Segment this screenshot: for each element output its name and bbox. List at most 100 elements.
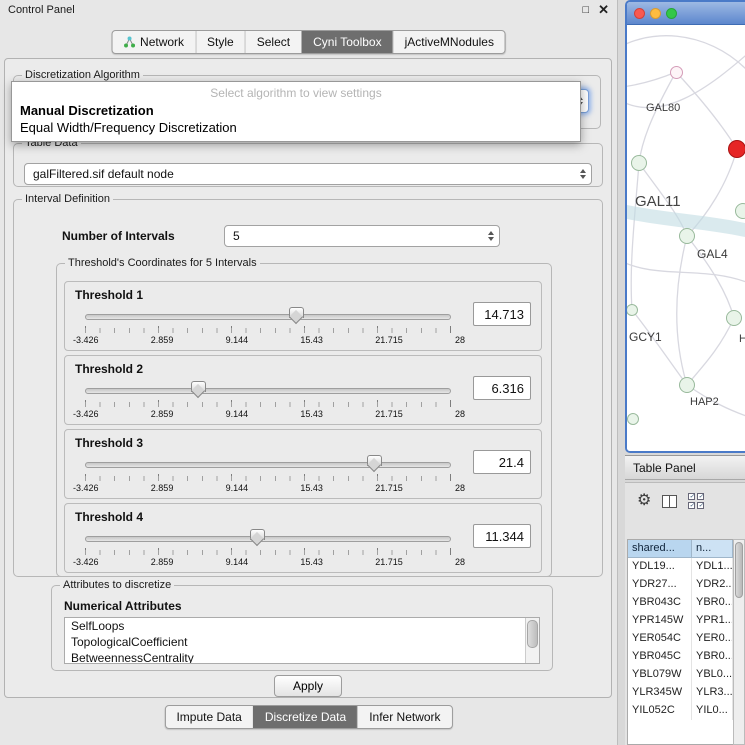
- threshold-3-slider[interactable]: -3.4262.8599.14415.4321.71528: [85, 454, 451, 496]
- threshold-label: Threshold 2: [75, 362, 143, 376]
- table-row[interactable]: YER054CYER0...: [628, 630, 733, 648]
- tab-jactivemnodules[interactable]: jActiveMNodules: [393, 31, 505, 53]
- scrollbar-thumb[interactable]: [527, 620, 538, 648]
- algorithm-dropdown-popup: Select algorithm to view settings Manual…: [11, 81, 581, 142]
- threshold-4-slider[interactable]: -3.4262.8599.14415.4321.71528: [85, 528, 451, 570]
- tab-label: Style: [207, 35, 234, 49]
- table-data-combobox[interactable]: galFiltered.sif default node: [24, 163, 592, 185]
- close-traffic-light-icon[interactable]: [634, 8, 645, 19]
- combobox-value: 5: [225, 229, 483, 243]
- slider-thumb[interactable]: [289, 307, 304, 318]
- threshold-2-value-input[interactable]: [473, 376, 531, 400]
- minimize-traffic-light-icon[interactable]: [650, 8, 661, 19]
- scrollbar-thumb[interactable]: [735, 542, 743, 598]
- zoom-traffic-light-icon[interactable]: [666, 8, 677, 19]
- apply-button[interactable]: Apply: [274, 675, 342, 697]
- interval-definition-group: Interval Definition Number of Intervals …: [13, 193, 603, 577]
- dropdown-option-manual-discretization[interactable]: Manual Discretization: [12, 102, 580, 119]
- group-title: Attributes to discretize: [60, 579, 174, 591]
- window-controls: □ ✕: [582, 2, 609, 18]
- close-icon[interactable]: ✕: [598, 2, 609, 18]
- table-row[interactable]: YIL052CYIL0...: [628, 702, 733, 720]
- num-intervals-label: Number of Intervals: [62, 229, 175, 243]
- gear-icon[interactable]: ⚙: [637, 493, 651, 509]
- list-item[interactable]: SelfLoops: [65, 618, 539, 634]
- dropdown-option-equal-width-frequency[interactable]: Equal Width/Frequency Discretization: [12, 119, 580, 136]
- table-row[interactable]: YPR145WYPR1...: [628, 612, 733, 630]
- network-node[interactable]: [627, 413, 639, 425]
- slider-thumb[interactable]: [250, 529, 265, 540]
- tab-label: Impute Data: [176, 710, 241, 724]
- table-row[interactable]: YDR27...YDR2...: [628, 576, 733, 594]
- tab-impute-data[interactable]: Impute Data: [165, 706, 252, 728]
- slider-track[interactable]: [85, 388, 451, 394]
- tab-network[interactable]: Network: [112, 31, 195, 53]
- cyni-toolbox-panel: Discretization Algorithm Select algorith…: [4, 58, 612, 698]
- tab-infer-network[interactable]: Infer Network: [357, 706, 451, 728]
- threshold-2-slider[interactable]: -3.4262.8599.14415.4321.71528: [85, 380, 451, 422]
- table-panel-header: Table Panel: [625, 455, 745, 480]
- network-node-red[interactable]: [728, 140, 745, 158]
- threshold-1-value-input[interactable]: [473, 302, 531, 326]
- threshold-4-value-input[interactable]: [473, 524, 531, 548]
- column-header-shared-name[interactable]: shared...: [628, 540, 692, 558]
- network-node[interactable]: [726, 310, 742, 326]
- slider-track[interactable]: [85, 536, 451, 542]
- network-node[interactable]: [679, 228, 695, 244]
- threshold-3-value-input[interactable]: [473, 450, 531, 474]
- network-window-titlebar[interactable]: [627, 2, 745, 25]
- network-node[interactable]: [735, 203, 745, 219]
- slider-thumb[interactable]: [367, 455, 382, 466]
- slider-scale: -3.4262.8599.14415.4321.71528: [73, 557, 465, 567]
- window-title: Control Panel: [8, 4, 75, 16]
- slider-ticks: [85, 476, 450, 481]
- group-title: Threshold's Coordinates for 5 Intervals: [65, 257, 260, 269]
- network-node[interactable]: [679, 377, 695, 393]
- network-canvas[interactable]: GAL80 GAL11 GAL4 GCY1 H HAP2: [627, 25, 745, 453]
- list-item[interactable]: TopologicalCoefficient: [65, 634, 539, 650]
- column-header-name[interactable]: n...: [692, 540, 733, 558]
- dropdown-placeholder: Select algorithm to view settings: [12, 82, 580, 102]
- threshold-2-panel: Threshold 2 -3.4262.8599.14415.4321.7152…: [64, 355, 542, 425]
- node-table: shared... n... YDL19...YDL1... YDR27...Y…: [627, 539, 733, 745]
- tab-label: Infer Network: [369, 710, 440, 724]
- node-label-hap2: HAP2: [690, 396, 719, 408]
- columns-icon[interactable]: [662, 495, 677, 508]
- node-label-gal11: GAL11: [635, 193, 681, 210]
- table-row[interactable]: YDL19...YDL1...: [628, 558, 733, 576]
- cyni-bottom-tabbar: Impute Data Discretize Data Infer Networ…: [164, 705, 452, 729]
- network-node[interactable]: [631, 155, 647, 171]
- network-node[interactable]: [670, 66, 683, 79]
- tab-select[interactable]: Select: [245, 31, 301, 53]
- slider-scale: -3.4262.8599.14415.4321.71528: [73, 335, 465, 345]
- threshold-1-panel: Threshold 1 -3.4262.8599.14415.4321.7152…: [64, 281, 542, 351]
- table-row[interactable]: YLR345WYLR3...: [628, 684, 733, 702]
- list-item[interactable]: BetweennessCentrality: [65, 650, 539, 664]
- tab-discretize-data[interactable]: Discretize Data: [253, 706, 357, 728]
- group-title: Interval Definition: [22, 193, 113, 205]
- slider-track[interactable]: [85, 314, 451, 320]
- slider-track[interactable]: [85, 462, 451, 468]
- table-scrollbar[interactable]: [733, 539, 745, 745]
- threshold-1-slider[interactable]: -3.4262.8599.14415.4321.71528: [85, 306, 451, 348]
- threshold-4-panel: Threshold 4 -3.4262.8599.14415.4321.7152…: [64, 503, 542, 573]
- combobox-stepper-icon: [575, 169, 591, 179]
- attributes-to-discretize-group: Attributes to discretize Numerical Attri…: [51, 579, 553, 671]
- threshold-label: Threshold 3: [75, 436, 143, 450]
- table-row[interactable]: YBL079WYBL0...: [628, 666, 733, 684]
- tab-style[interactable]: Style: [195, 31, 245, 53]
- list-scrollbar[interactable]: [525, 618, 539, 663]
- slider-ticks: [85, 328, 450, 333]
- table-row[interactable]: YBR045CYBR0...: [628, 648, 733, 666]
- node-label-h-cut: H: [739, 333, 745, 345]
- num-intervals-combobox[interactable]: 5: [224, 225, 500, 247]
- thresholds-group: Threshold's Coordinates for 5 Intervals …: [56, 257, 552, 577]
- tab-cyni-toolbox[interactable]: Cyni Toolbox: [301, 31, 392, 53]
- node-label-gal4: GAL4: [697, 247, 728, 261]
- slider-thumb[interactable]: [191, 381, 206, 392]
- table-row[interactable]: YBR043CYBR0...: [628, 594, 733, 612]
- threshold-label: Threshold 4: [75, 510, 143, 524]
- column-checkboxes-icon[interactable]: [688, 493, 704, 509]
- table-data-group: Table Data galFiltered.sif default node: [13, 137, 603, 187]
- float-window-icon[interactable]: □: [582, 4, 589, 16]
